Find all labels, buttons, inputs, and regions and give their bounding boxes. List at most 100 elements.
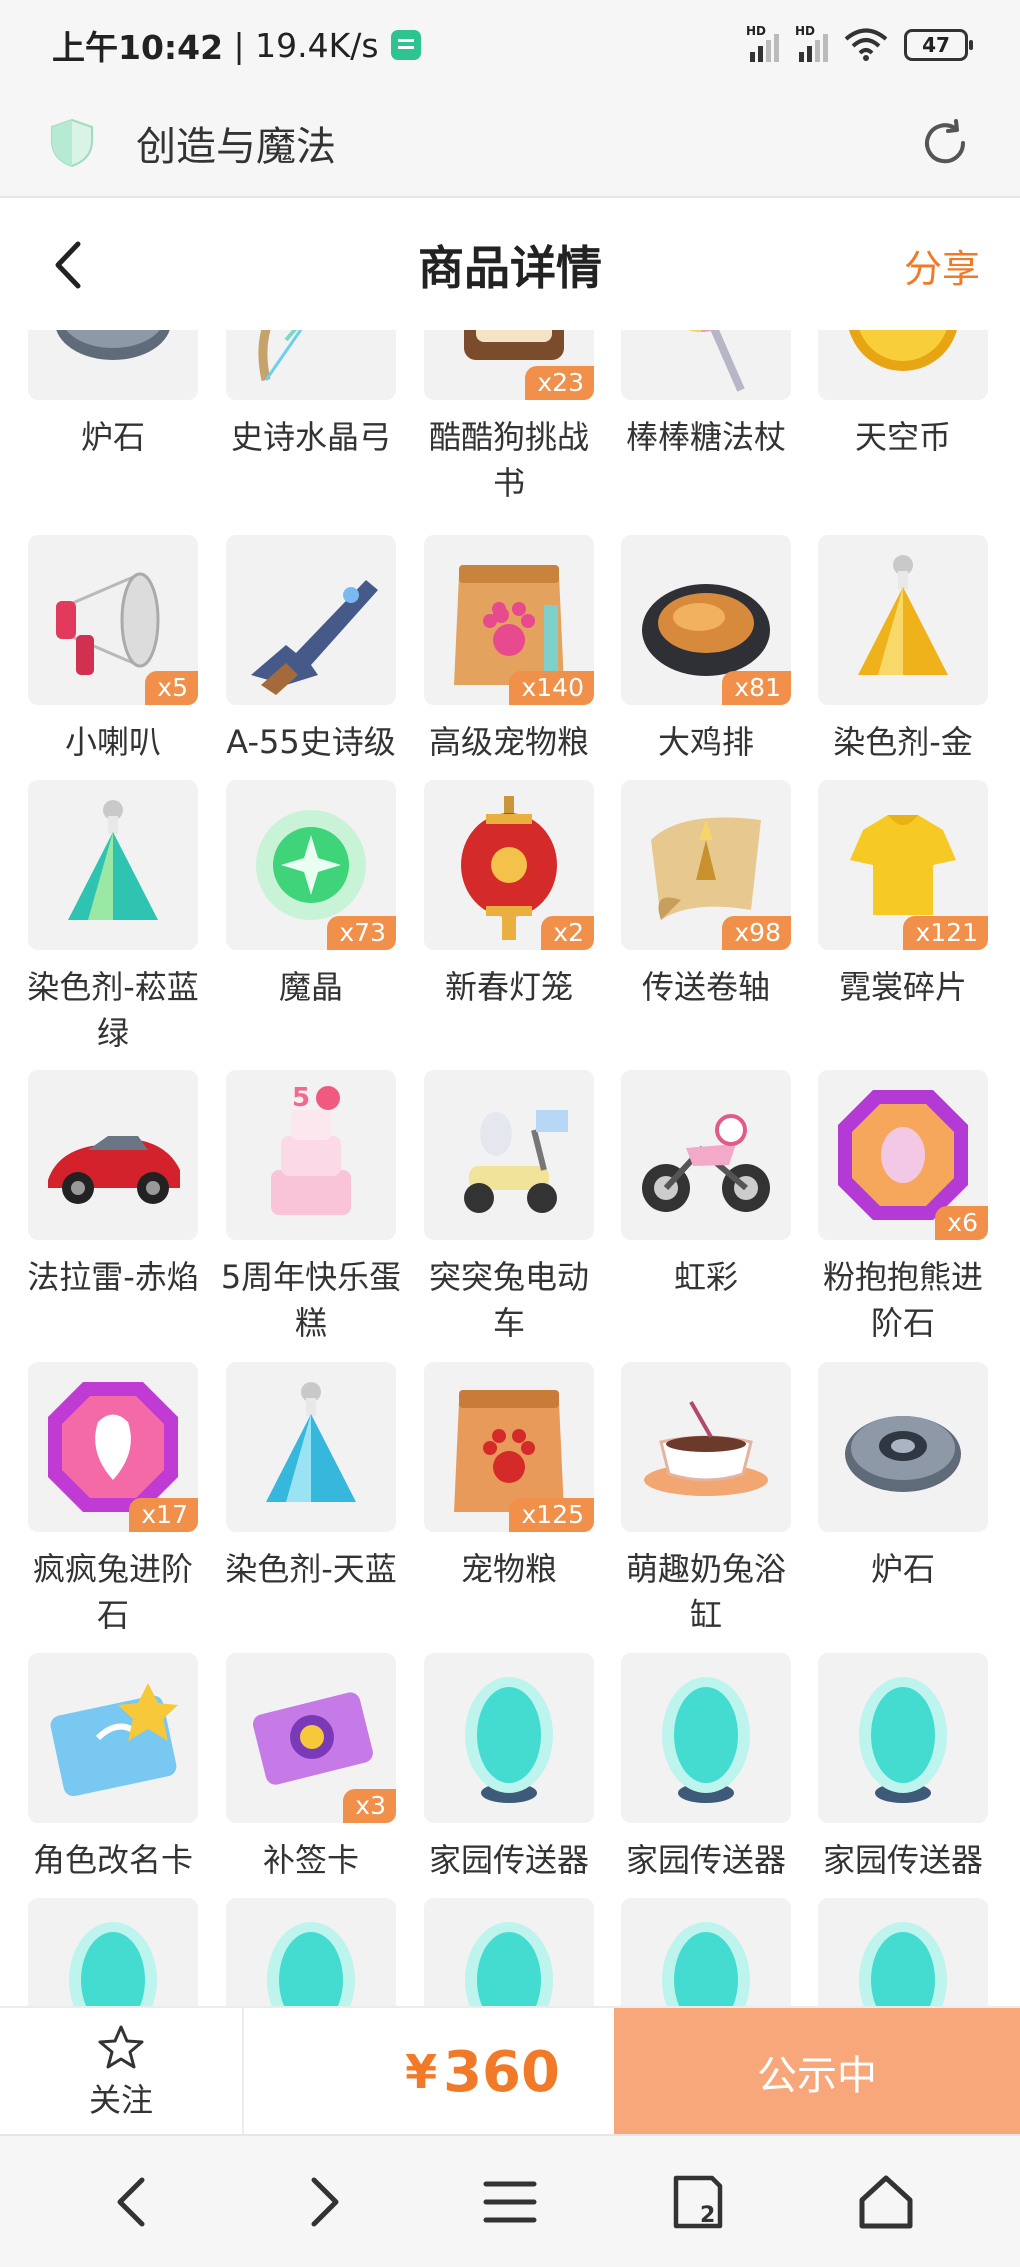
item-card[interactable]: 史诗水晶弓 bbox=[226, 330, 396, 460]
item-thumbnail bbox=[226, 535, 396, 705]
item-card[interactable]: 染色剂-菘蓝绿 bbox=[27, 780, 199, 1056]
item-thumbnail: x140 bbox=[424, 535, 594, 705]
home-teleporter-icon bbox=[662, 1922, 750, 2006]
item-card[interactable] bbox=[28, 1898, 198, 2006]
item-name: 粉抱抱熊进阶石 bbox=[822, 1258, 983, 1342]
public-notice-button[interactable]: 公示中 bbox=[614, 2008, 1020, 2136]
share-button[interactable]: 分享 bbox=[904, 238, 980, 293]
item-thumbnail bbox=[28, 1653, 198, 1823]
item-name: 家园传送器 bbox=[428, 1841, 589, 1879]
item-card[interactable]: x121 霓裳碎片 bbox=[818, 780, 988, 1010]
item-card[interactable]: 萌趣奶兔浴缸 bbox=[621, 1362, 791, 1638]
currency-symbol: ¥ bbox=[405, 2045, 438, 2099]
home-teleporter-icon bbox=[267, 1922, 355, 2006]
follow-button[interactable]: 关注 bbox=[0, 2008, 244, 2136]
item-card[interactable]: 染色剂-金 bbox=[818, 535, 988, 765]
item-card[interactable] bbox=[818, 1898, 988, 2006]
item-name: 突突兔电动车 bbox=[428, 1258, 589, 1342]
refresh-icon[interactable] bbox=[918, 116, 972, 170]
item-thumbnail bbox=[818, 535, 988, 705]
item-card[interactable]: 突突兔电动车 bbox=[424, 1070, 594, 1346]
item-name: 炉石 bbox=[80, 418, 145, 456]
gold-dye-icon bbox=[858, 555, 948, 675]
teacup-bathtub-icon bbox=[644, 1401, 768, 1496]
item-card[interactable]: 家园传送器 bbox=[424, 1653, 594, 1883]
item-card[interactable]: 家园传送器 bbox=[621, 1653, 791, 1883]
item-card[interactable]: x81 大鸡排 bbox=[621, 535, 791, 765]
item-card[interactable]: 天空币 bbox=[818, 330, 988, 460]
item-card[interactable]: x2 新春灯笼 bbox=[424, 780, 594, 1010]
item-card[interactable]: 5 5周年快乐蛋糕 bbox=[221, 1070, 401, 1346]
item-name: 霓裳碎片 bbox=[838, 968, 967, 1006]
item-name: 5周年快乐蛋糕 bbox=[220, 1258, 402, 1342]
item-card[interactable]: x6 粉抱抱熊进阶石 bbox=[818, 1070, 988, 1346]
sky-blue-dye-icon bbox=[266, 1382, 356, 1502]
item-card[interactable]: A-55史诗级 bbox=[226, 535, 396, 765]
item-thumbnail bbox=[28, 330, 198, 400]
battery-level: 47 bbox=[922, 33, 950, 57]
quantity-badge: x6 bbox=[935, 1206, 988, 1240]
furnace-stone-icon bbox=[56, 330, 170, 360]
item-name: A-55史诗级 bbox=[226, 723, 396, 761]
item-card[interactable]: x23 酷酷狗挑战书 bbox=[424, 330, 594, 506]
motorcycle-icon bbox=[642, 1114, 770, 1212]
item-card[interactable]: 虹彩 bbox=[621, 1070, 791, 1300]
item-card[interactable]: x140 高级宠物粮 bbox=[424, 535, 594, 765]
home-teleporter-icon bbox=[859, 1922, 947, 2006]
item-card[interactable]: 染色剂-天蓝 bbox=[225, 1362, 397, 1592]
action-bar: 关注 ¥ 360 公示中 bbox=[0, 2006, 1020, 2136]
item-name: 虹彩 bbox=[673, 1258, 738, 1296]
item-card[interactable]: 棒棒糖法杖 bbox=[621, 330, 791, 460]
item-card[interactable]: x17 疯疯兔进阶石 bbox=[28, 1362, 198, 1638]
item-card[interactable]: x98 传送卷轴 bbox=[621, 780, 791, 1010]
back-arrow-icon[interactable] bbox=[44, 238, 94, 292]
item-name: 高级宠物粮 bbox=[428, 723, 589, 761]
item-thumbnail bbox=[818, 1362, 988, 1532]
item-name: 补签卡 bbox=[262, 1841, 359, 1879]
quantity-badge: x121 bbox=[903, 916, 988, 950]
item-card[interactable]: 炉石 bbox=[818, 1362, 988, 1592]
shield-icon[interactable] bbox=[48, 117, 96, 169]
sky-coin-icon bbox=[849, 330, 957, 371]
item-card[interactable]: x73 魔晶 bbox=[226, 780, 396, 1010]
quantity-badge: x140 bbox=[509, 671, 594, 705]
item-card[interactable]: x125 宠物粮 bbox=[424, 1362, 594, 1592]
battery-icon: 47 bbox=[904, 29, 973, 61]
browser-bar: 创造与魔法 bbox=[0, 90, 1020, 198]
home-teleporter-icon bbox=[859, 1677, 947, 1803]
item-card[interactable]: x3 补签卡 bbox=[226, 1653, 396, 1883]
item-thumbnail bbox=[424, 1070, 594, 1240]
item-name: 染色剂-菘蓝绿 bbox=[27, 968, 199, 1052]
tabs-count: 2 bbox=[700, 2203, 715, 2228]
item-thumbnail: x121 bbox=[818, 780, 988, 950]
nav-tabs-button[interactable]: 2 bbox=[658, 2162, 738, 2242]
browser-nav-bar: 2 bbox=[0, 2134, 1020, 2267]
nav-forward-button[interactable] bbox=[282, 2162, 362, 2242]
site-title[interactable]: 创造与魔法 bbox=[136, 114, 336, 172]
nav-home-button[interactable] bbox=[846, 2162, 926, 2242]
item-card[interactable]: 炉石 bbox=[28, 330, 198, 460]
item-thumbnail: x73 bbox=[226, 780, 396, 950]
status-time: 上午10:42 bbox=[52, 28, 224, 67]
item-card[interactable]: 法拉雷-赤焰 bbox=[27, 1070, 199, 1300]
item-card[interactable] bbox=[226, 1898, 396, 2006]
item-thumbnail bbox=[226, 1898, 396, 2006]
item-card[interactable]: 角色改名卡 bbox=[28, 1653, 198, 1883]
item-card[interactable] bbox=[424, 1898, 594, 2006]
item-thumbnail: x6 bbox=[818, 1070, 988, 1240]
item-thumbnail bbox=[28, 1070, 198, 1240]
quantity-badge: x23 bbox=[525, 366, 594, 400]
item-thumbnail: x3 bbox=[226, 1653, 396, 1823]
nav-menu-button[interactable] bbox=[470, 2162, 550, 2242]
item-thumbnail bbox=[28, 1898, 198, 2006]
item-card[interactable]: x5 小喇叭 bbox=[28, 535, 198, 765]
nav-back-button[interactable] bbox=[94, 2162, 174, 2242]
item-thumbnail bbox=[226, 330, 396, 400]
item-name: 新春灯笼 bbox=[444, 968, 573, 1006]
page-header: 商品详情 分享 bbox=[0, 200, 1020, 330]
tabs-icon: 2 bbox=[673, 2175, 723, 2228]
item-card[interactable] bbox=[621, 1898, 791, 2006]
item-thumbnail bbox=[28, 780, 198, 950]
quantity-badge: x73 bbox=[327, 916, 396, 950]
item-card[interactable]: 家园传送器 bbox=[818, 1653, 988, 1883]
